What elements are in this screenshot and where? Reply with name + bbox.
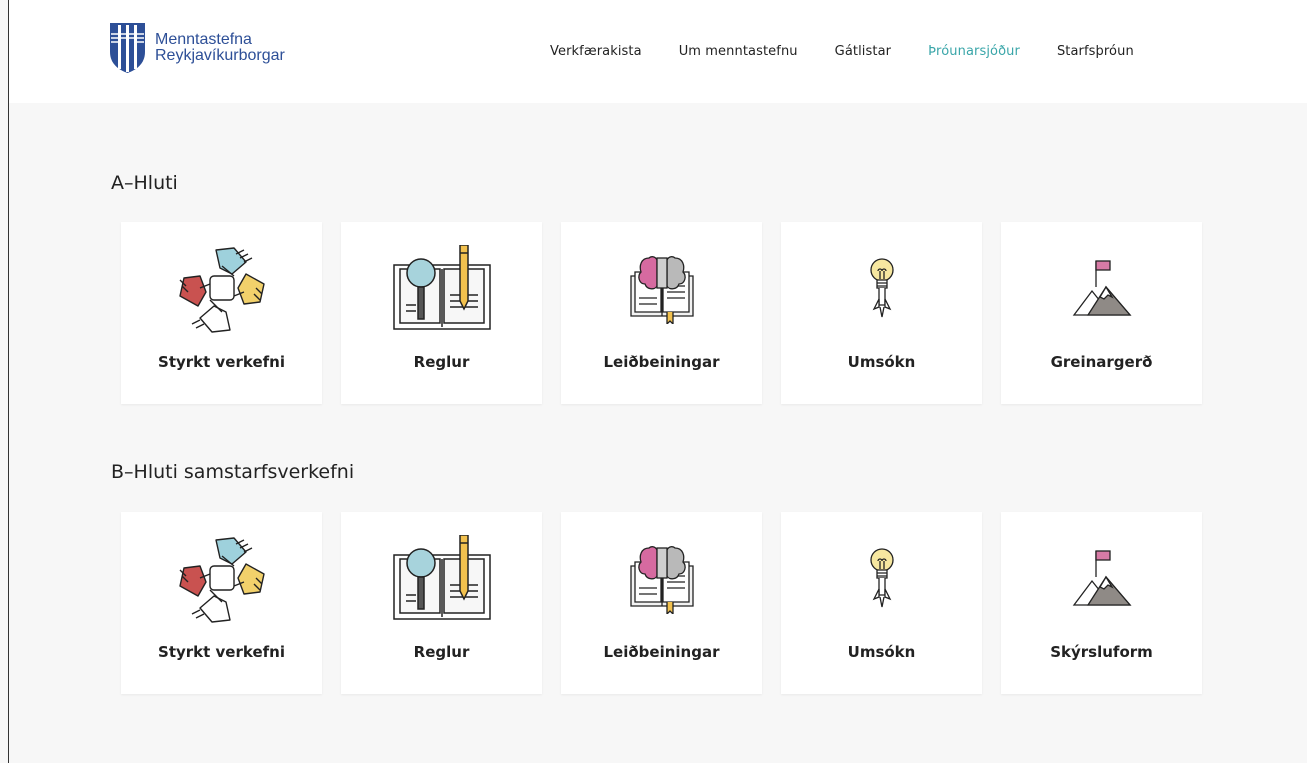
book-magnifier-pencil-icon	[341, 534, 542, 624]
card-b-5[interactable]: Skýrsluform	[1001, 512, 1202, 694]
card-a-5[interactable]: Greinargerð	[1001, 222, 1202, 404]
card-label: Styrkt verkefni	[158, 643, 285, 661]
card-label: Reglur	[413, 353, 470, 371]
card-label: Skýrsluform	[1050, 643, 1153, 661]
section-title-b: B–Hluti samstarfsverkefni	[111, 461, 355, 483]
card-b-3[interactable]: Leiðbeiningar	[561, 512, 762, 694]
nav-um-menntastefnu[interactable]: Um menntastefnu	[679, 44, 798, 59]
card-label: Styrkt verkefni	[158, 353, 285, 371]
card-a-4[interactable]: Umsókn	[781, 222, 982, 404]
logo-subtitle: Reykjavíkurborgar	[155, 47, 285, 64]
lightbulb-rocket-icon	[781, 534, 982, 624]
card-a-3[interactable]: Leiðbeiningar	[561, 222, 762, 404]
nav-verkfaerakista[interactable]: Verkfærakista	[550, 44, 642, 59]
card-label: Umsókn	[847, 643, 916, 661]
book-magnifier-pencil-icon	[341, 244, 542, 334]
mountain-flag-icon	[1001, 534, 1202, 624]
nav-gatlistar[interactable]: Gátlistar	[835, 44, 891, 59]
card-label: Reglur	[413, 643, 470, 661]
book-brain-icon	[561, 244, 762, 334]
card-a-1[interactable]: Styrkt verkefni	[121, 222, 322, 404]
hands-teamwork-icon	[121, 534, 322, 624]
lightbulb-rocket-icon	[781, 244, 982, 334]
nav-throunarsjodur[interactable]: Þróunarsjóður	[928, 44, 1020, 59]
reykjavik-crest-icon	[110, 23, 145, 73]
mountain-flag-icon	[1001, 244, 1202, 334]
card-label: Leiðbeiningar	[603, 643, 720, 661]
page: Menntastefna Reykjavíkurborgar Verkfærak…	[8, 0, 1307, 763]
card-b-2[interactable]: Reglur	[341, 512, 542, 694]
card-b-4[interactable]: Umsókn	[781, 512, 982, 694]
site-header: Menntastefna Reykjavíkurborgar Verkfærak…	[9, 0, 1307, 103]
section-title-a: A–Hluti	[111, 172, 178, 194]
site-logo[interactable]: Menntastefna Reykjavíkurborgar	[109, 22, 285, 74]
card-row-b: Styrkt verkefni Reglur Leiðbeiningar Ums…	[121, 512, 1221, 694]
main-nav: Verkfærakista Um menntastefnu Gátlistar …	[550, 44, 1171, 59]
card-row-a: Styrkt verkefni Reglur Leiðbeiningar Ums…	[121, 222, 1221, 404]
nav-starfsthroun[interactable]: Starfsþróun	[1057, 44, 1134, 59]
card-label: Leiðbeiningar	[603, 353, 720, 371]
card-label: Greinargerð	[1050, 353, 1153, 371]
hands-teamwork-icon	[121, 244, 322, 334]
logo-title: Menntastefna	[155, 31, 252, 48]
card-label: Umsókn	[847, 353, 916, 371]
card-b-1[interactable]: Styrkt verkefni	[121, 512, 322, 694]
book-brain-icon	[561, 534, 762, 624]
card-a-2[interactable]: Reglur	[341, 222, 542, 404]
